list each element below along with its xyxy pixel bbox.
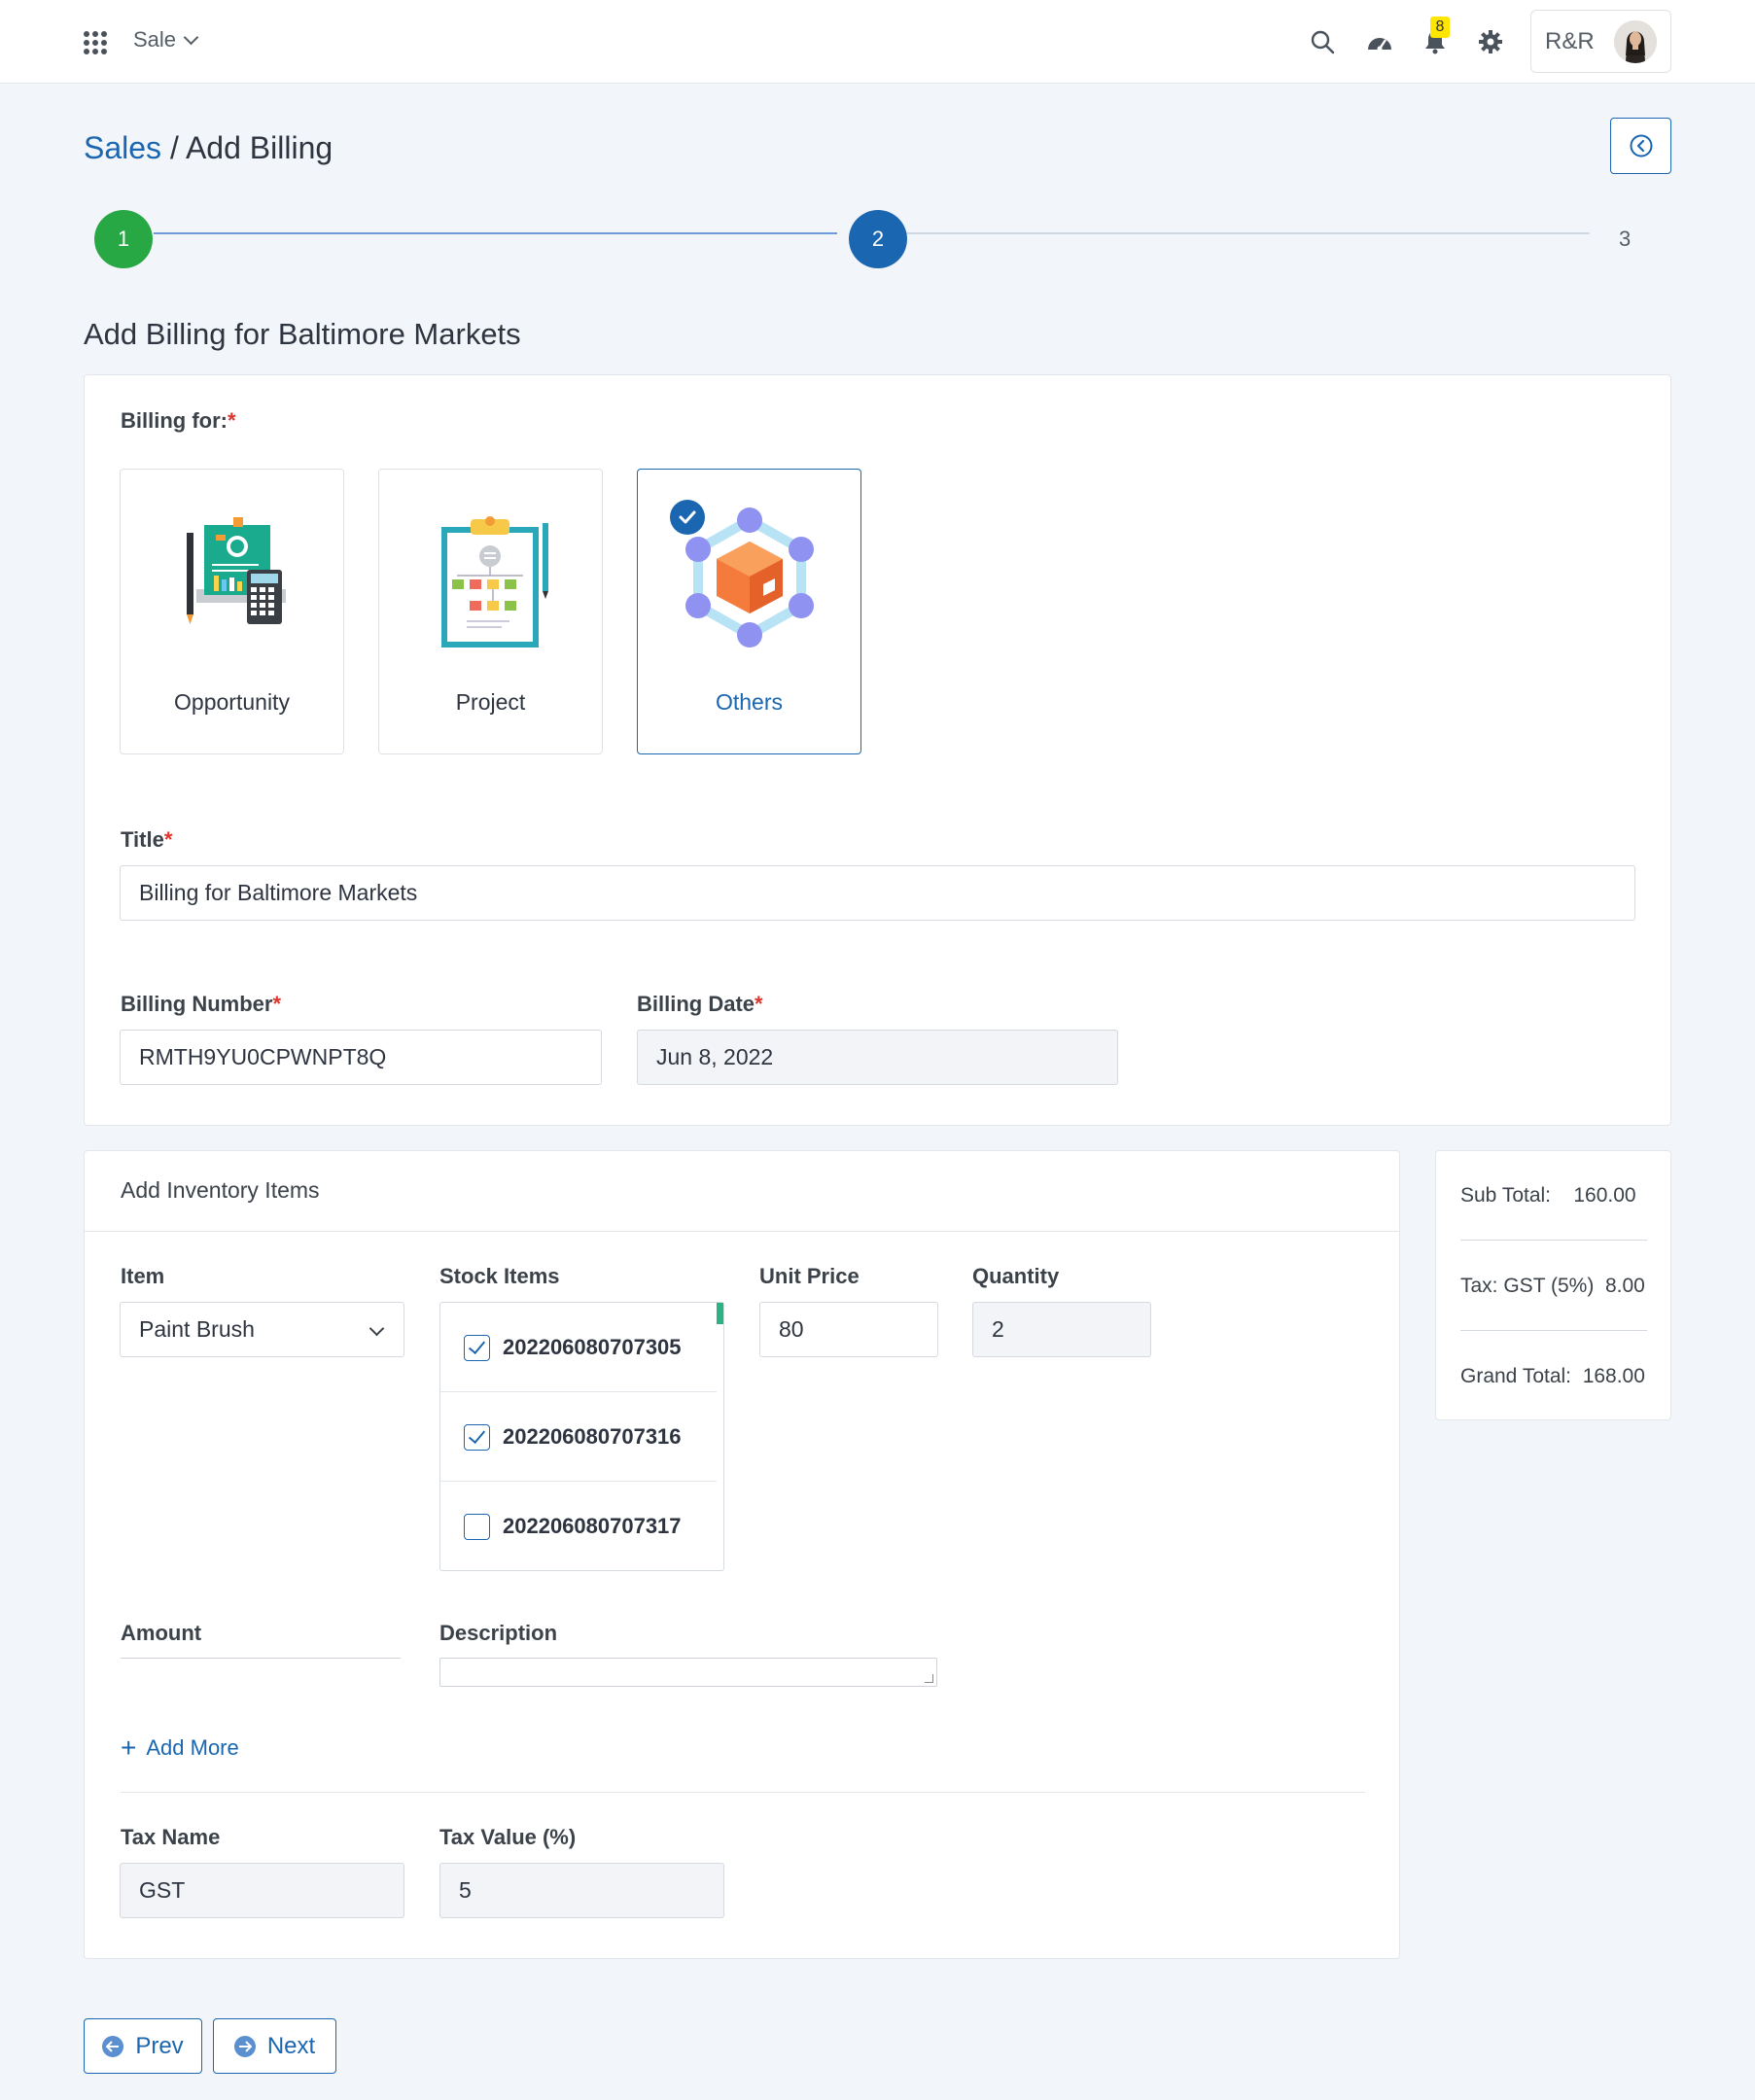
user-initials: R&R (1545, 27, 1595, 54)
title-label: Title* (121, 827, 173, 852)
breadcrumb: Sales / Add Billing (84, 130, 333, 166)
quantity-label: Quantity (972, 1264, 1060, 1288)
divider (1460, 1240, 1647, 1241)
search-icon[interactable] (1308, 27, 1337, 56)
tax-label: Tax: GST (5%) (1460, 1275, 1595, 1297)
stock-item-row[interactable]: 202206080707305 (440, 1303, 717, 1392)
item-label: Item (121, 1264, 165, 1288)
sub-total-row: Sub Total: 160.00 (1460, 1184, 1636, 1208)
unit-price-input[interactable]: 80 (759, 1302, 938, 1357)
chevron-down-icon (183, 29, 199, 45)
billing-option-project[interactable]: Project (378, 469, 603, 754)
billing-option-others[interactable]: Others (637, 469, 861, 754)
next-label: Next (266, 2032, 316, 2059)
unit-price-label: Unit Price (759, 1264, 860, 1288)
stock-items-list[interactable]: 202206080707305 202206080707316 20220608… (439, 1302, 724, 1571)
stock-item-checkbox[interactable] (464, 1513, 490, 1540)
next-button[interactable]: Next (213, 2018, 336, 2074)
others-box-network-icon (682, 501, 818, 661)
stock-item-row[interactable]: 202206080707316 (440, 1392, 717, 1482)
page-title: Add Billing (185, 130, 333, 165)
stock-items-label: Stock Items (439, 1264, 560, 1288)
inventory-header-title: Add Inventory Items (121, 1177, 320, 1203)
billing-date-input[interactable]: Jun 8, 2022 (637, 1030, 1118, 1085)
notification-count-badge: 8 (1430, 17, 1450, 38)
sub-total-value: 160.00 (1573, 1184, 1636, 1207)
avatar (1613, 19, 1657, 63)
step-1-circle[interactable]: 1 (94, 210, 153, 268)
title-input[interactable]: Billing for Baltimore Markets (120, 865, 1635, 921)
tax-name-input[interactable]: GST (120, 1863, 404, 1918)
stepper-line-completed (154, 232, 837, 234)
stock-item-number: 202206080707305 (503, 1335, 682, 1359)
billing-option-label: Opportunity (174, 689, 290, 715)
back-circle-icon (1630, 134, 1652, 158)
grand-total-value: 168.00 (1582, 1365, 1645, 1387)
opportunity-illustration-icon (169, 513, 296, 645)
stock-item-number: 202206080707316 (503, 1424, 682, 1449)
module-label: Sale (133, 27, 177, 52)
billing-option-label: Project (455, 689, 526, 715)
apps-grid-icon[interactable] (84, 31, 107, 54)
inventory-header: Add Inventory Items (85, 1151, 1399, 1232)
breadcrumb-sales-link[interactable]: Sales (84, 130, 161, 165)
billing-option-opportunity[interactable]: Opportunity (120, 469, 344, 754)
stock-list-scrollbar[interactable] (717, 1303, 723, 1324)
tax-value-input[interactable]: 5 (439, 1863, 724, 1918)
quantity-input[interactable]: 2 (972, 1302, 1151, 1357)
billing-option-label: Others (715, 689, 784, 715)
billing-for-label: Billing for:* (121, 408, 236, 433)
stock-item-row[interactable]: 202206080707317 (440, 1482, 717, 1571)
step-3-label[interactable]: 3 (1619, 227, 1631, 252)
back-button[interactable] (1610, 118, 1671, 174)
stock-item-number: 202206080707317 (503, 1514, 682, 1538)
stepper-line-pending (906, 232, 1590, 234)
prev-button[interactable]: Prev (84, 2018, 202, 2074)
description-textarea[interactable] (439, 1658, 937, 1687)
tax-value: 8.00 (1604, 1275, 1645, 1297)
billing-date-label: Billing Date* (637, 992, 763, 1016)
user-menu[interactable]: R&R (1530, 10, 1671, 73)
breadcrumb-separator: / (161, 130, 186, 165)
arrow-left-icon (102, 2035, 124, 2057)
stock-item-checkbox[interactable] (464, 1423, 490, 1451)
arrow-right-icon (233, 2035, 256, 2057)
grand-total-label: Grand Total: (1460, 1365, 1572, 1387)
billing-number-input[interactable]: RMTH9YU0CPWNPT8Q (120, 1030, 602, 1085)
stock-item-checkbox[interactable] (464, 1334, 490, 1361)
module-switcher[interactable]: Sale (133, 27, 199, 52)
inventory-items-card: Add Inventory Items (84, 1150, 1400, 1959)
dashboard-gauge-icon[interactable] (1365, 27, 1394, 56)
top-navigation-bar: Sale 8 R&R (0, 0, 1755, 84)
add-more-button[interactable]: + Add More (121, 1732, 239, 1763)
add-more-label: Add More (146, 1735, 239, 1760)
plus-icon: + (121, 1732, 137, 1763)
divider (121, 1792, 1365, 1793)
project-clipboard-icon (428, 513, 554, 664)
sub-total-label: Sub Total: (1460, 1184, 1552, 1207)
step-2-circle[interactable]: 2 (849, 210, 907, 268)
amount-field (121, 1658, 401, 1659)
section-title: Add Billing for Baltimore Markets (84, 317, 521, 351)
amount-label: Amount (121, 1621, 202, 1645)
item-select-value: Paint Brush (139, 1316, 255, 1342)
description-label: Description (439, 1621, 558, 1645)
item-select[interactable]: Paint Brush (120, 1302, 404, 1357)
grand-total-row: Grand Total: 168.00 (1460, 1365, 1645, 1388)
billing-number-label: Billing Number* (121, 992, 282, 1016)
gear-icon[interactable] (1476, 27, 1505, 56)
chevron-down-icon (369, 1320, 385, 1337)
tax-value-label: Tax Value (%) (439, 1825, 577, 1849)
tax-name-label: Tax Name (121, 1825, 221, 1849)
divider (1460, 1330, 1647, 1331)
prev-label: Prev (135, 2032, 184, 2059)
tax-row: Tax: GST (5%) 8.00 (1460, 1275, 1645, 1298)
